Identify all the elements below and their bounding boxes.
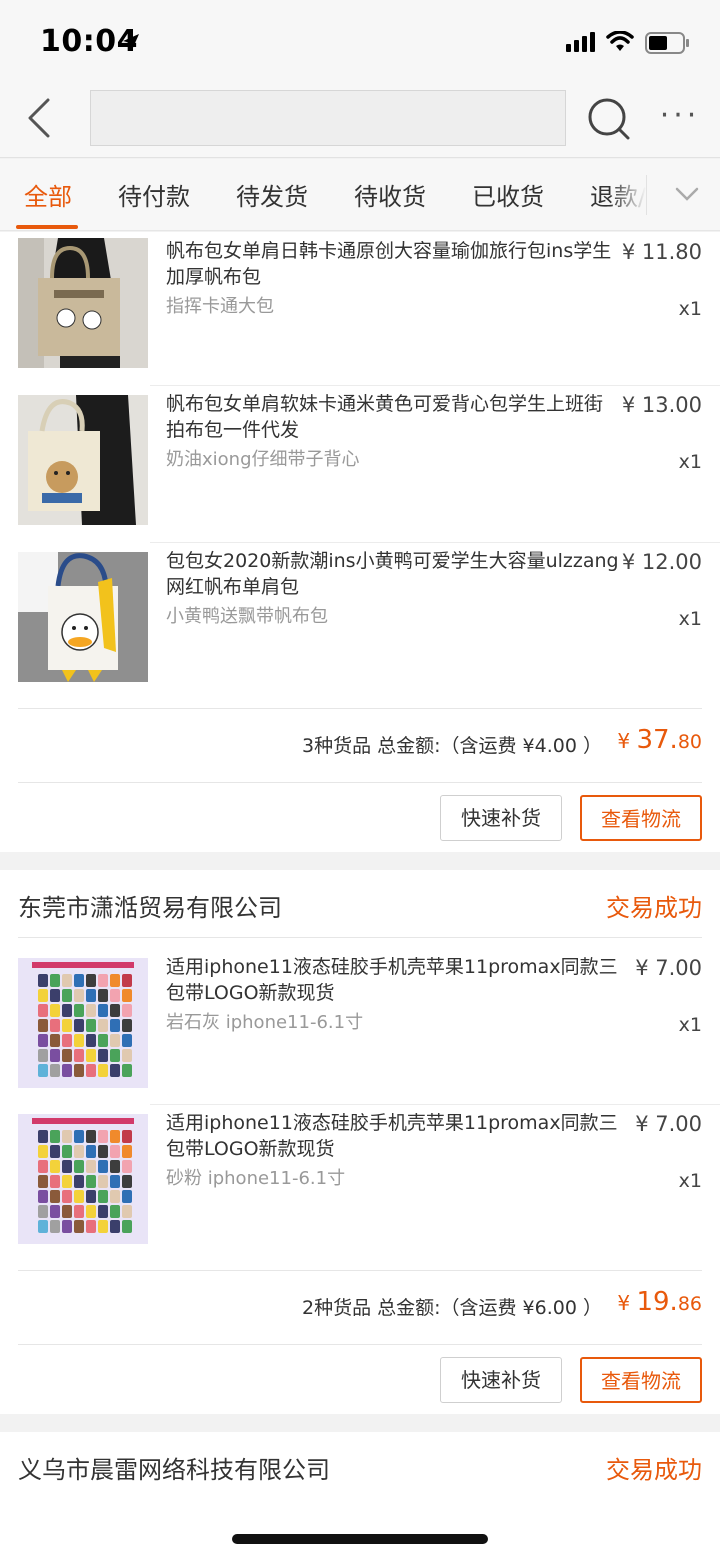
product-image[interactable] — [18, 238, 148, 368]
product-image[interactable] — [18, 958, 148, 1088]
product-sku: 小黄鸭送飘带帆布包 — [166, 606, 328, 627]
order-summary: 2种货品 总金额:（含运费 ¥6.00 ） ¥ 19.86 — [18, 1270, 702, 1344]
order-total-decimal: 80 — [677, 731, 702, 753]
product-title[interactable]: 适用iphone11液态硅胶手机壳苹果11promax同款三包带LOGO新款现货 — [166, 954, 620, 1006]
product-sku: 指挥卡通大包 — [166, 296, 274, 317]
order-item[interactable]: 帆布包女单肩软妹卡通米黄色可爱背心包学生上班街拍布包一件代发 奶油xiong仔细… — [0, 385, 720, 541]
wifi-icon — [606, 31, 634, 51]
shop-header[interactable]: 东莞市潇湉贸易有限公司 交易成功 — [18, 870, 702, 938]
order-status-tabs: 全部 待付款 待发货 待收货 已收货 退款/ — [0, 159, 720, 231]
location-arrow-icon — [123, 34, 139, 50]
product-title[interactable]: 包包女2020新款潮ins小黄鸭可爱学生大容量ulzzang网红帆布单肩包 — [166, 548, 620, 600]
product-price: ¥ 12.00 — [621, 550, 702, 574]
product-quantity: x1 — [678, 1170, 702, 1192]
product-image[interactable] — [18, 1114, 148, 1244]
order-status: 交易成功 — [606, 894, 702, 922]
tab-pending-receipt[interactable]: 待收货 — [354, 177, 426, 212]
more-icon[interactable]: ··· — [650, 98, 710, 138]
tab-pending-shipment[interactable]: 待发货 — [236, 177, 308, 212]
order-actions: 快速补货 查看物流 — [18, 782, 702, 854]
home-indicator[interactable] — [232, 1534, 488, 1544]
order-summary-text: 3种货品 总金额:（含运费 ¥4.00 ） — [301, 735, 602, 757]
product-sku: 奶油xiong仔细带子背心 — [166, 449, 360, 470]
product-quantity: x1 — [678, 608, 702, 630]
product-price: ¥ 7.00 — [635, 956, 702, 980]
product-price: ¥ 13.00 — [621, 393, 702, 417]
order-card: 东莞市潇湉贸易有限公司 交易成功 适用iphone11液态硅胶手机壳苹果11pr… — [0, 870, 720, 1414]
order-total: ¥ 37.80 — [617, 725, 702, 755]
order-total-decimal: 86 — [677, 1293, 702, 1315]
tab-received[interactable]: 已收货 — [472, 177, 544, 212]
order-total-integer: 19. — [636, 1287, 678, 1317]
order-total-integer: 37. — [636, 725, 678, 755]
battery-icon — [645, 32, 689, 54]
order-status: 交易成功 — [606, 1456, 702, 1484]
product-image[interactable] — [18, 395, 148, 525]
product-price: ¥ 7.00 — [635, 1112, 702, 1136]
product-price: ¥ 11.80 — [621, 240, 702, 264]
tab-fade-overlay — [610, 159, 646, 229]
product-image[interactable] — [18, 552, 148, 682]
order-total-currency: ¥ — [617, 1291, 637, 1315]
product-quantity: x1 — [678, 1014, 702, 1036]
order-summary-text: 2种货品 总金额:（含运费 ¥6.00 ） — [301, 1297, 602, 1319]
chevron-down-icon[interactable] — [672, 179, 702, 209]
order-total-currency: ¥ — [617, 729, 637, 753]
shop-header[interactable]: 义乌市晨雷网络科技有限公司 交易成功 — [18, 1432, 702, 1500]
search-icon[interactable] — [586, 96, 632, 142]
tab-pending-payment[interactable]: 待付款 — [118, 177, 190, 212]
order-card: 帆布包女单肩日韩卡通原创大容量瑜伽旅行包ins学生加厚帆布包 指挥卡通大包 ¥ … — [0, 232, 720, 852]
tab-all[interactable]: 全部 — [24, 177, 72, 212]
product-title[interactable]: 适用iphone11液态硅胶手机壳苹果11promax同款三包带LOGO新款现货 — [166, 1110, 620, 1162]
cellular-signal-icon — [566, 32, 595, 52]
status-bar: 10:04 — [0, 0, 720, 78]
nav-bar: ··· — [0, 78, 720, 158]
quick-restock-button[interactable]: 快速补货 — [440, 1357, 562, 1403]
item-divider — [150, 385, 720, 386]
order-item[interactable]: 包包女2020新款潮ins小黄鸭可爱学生大容量ulzzang网红帆布单肩包 小黄… — [0, 542, 720, 698]
shop-name[interactable]: 东莞市潇湉贸易有限公司 — [18, 888, 282, 923]
order-summary: 3种货品 总金额:（含运费 ¥4.00 ） ¥ 37.80 — [18, 708, 702, 782]
product-sku: 岩石灰 iphone11-6.1寸 — [166, 1012, 364, 1033]
shop-name[interactable]: 义乌市晨雷网络科技有限公司 — [18, 1450, 330, 1485]
item-divider — [150, 542, 720, 543]
quick-restock-button[interactable]: 快速补货 — [440, 795, 562, 841]
view-logistics-button[interactable]: 查看物流 — [580, 1357, 702, 1403]
product-title[interactable]: 帆布包女单肩日韩卡通原创大容量瑜伽旅行包ins学生加厚帆布包 — [166, 238, 620, 290]
product-quantity: x1 — [678, 298, 702, 320]
order-item[interactable]: 适用iphone11液态硅胶手机壳苹果11promax同款三包带LOGO新款现货… — [0, 1104, 720, 1260]
product-sku: 砂粉 iphone11-6.1寸 — [166, 1168, 346, 1189]
order-total: ¥ 19.86 — [617, 1287, 702, 1317]
product-title[interactable]: 帆布包女单肩软妹卡通米黄色可爱背心包学生上班街拍布包一件代发 — [166, 391, 620, 443]
active-tab-indicator — [16, 225, 78, 229]
product-quantity: x1 — [678, 451, 702, 473]
order-item[interactable]: 适用iphone11液态硅胶手机壳苹果11promax同款三包带LOGO新款现货… — [0, 948, 720, 1104]
search-input[interactable] — [90, 90, 566, 146]
tab-divider — [646, 175, 647, 215]
back-button[interactable] — [18, 96, 62, 140]
item-divider — [150, 1104, 720, 1105]
view-logistics-button[interactable]: 查看物流 — [580, 795, 702, 841]
order-actions: 快速补货 查看物流 — [18, 1344, 702, 1416]
order-item[interactable]: 帆布包女单肩日韩卡通原创大容量瑜伽旅行包ins学生加厚帆布包 指挥卡通大包 ¥ … — [0, 232, 720, 388]
